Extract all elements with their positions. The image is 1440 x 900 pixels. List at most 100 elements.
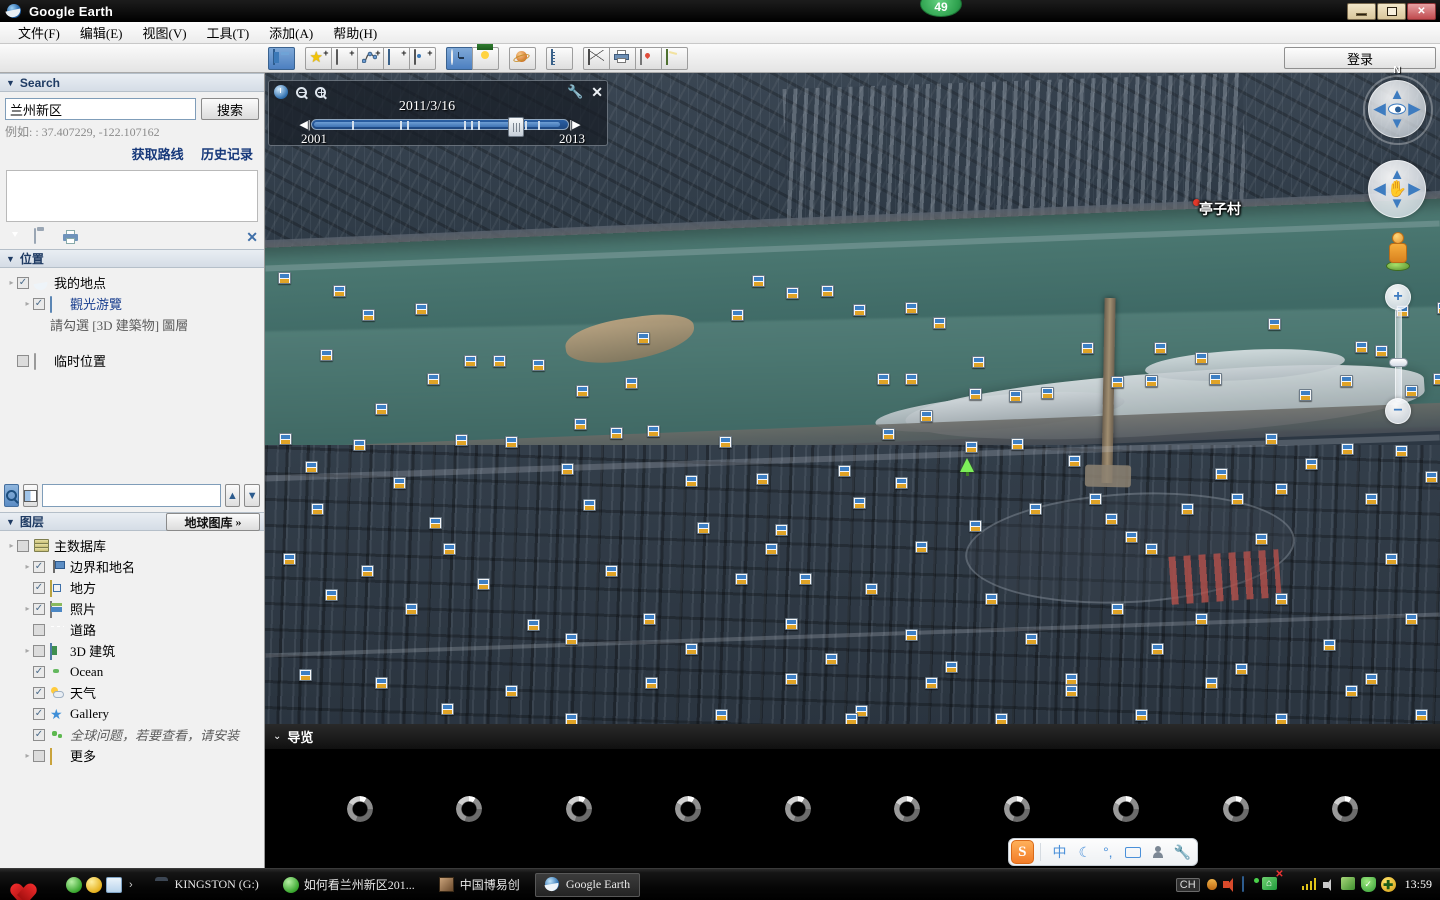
photo-marker-icon[interactable]	[1029, 503, 1042, 515]
checkbox[interactable]	[33, 602, 45, 615]
photo-marker-icon[interactable]	[1151, 643, 1164, 655]
photo-marker-icon[interactable]	[1105, 513, 1118, 525]
user-icon[interactable]	[1152, 846, 1163, 858]
layers-item-global-awareness[interactable]: 全球问题，若要查看，请安装	[0, 724, 264, 745]
look-down-arrow-icon[interactable]: ▼	[1390, 116, 1405, 131]
photo-marker-icon[interactable]	[1195, 613, 1208, 625]
photo-marker-icon[interactable]	[905, 302, 918, 314]
photo-marker-icon[interactable]	[1111, 376, 1124, 388]
browser-blue-icon[interactable]	[106, 876, 122, 893]
photo-marker-icon[interactable]	[1065, 673, 1078, 685]
menu-edit[interactable]: 编辑(E)	[70, 21, 133, 44]
photo-marker-icon[interactable]	[925, 677, 938, 689]
speaker-mute-icon[interactable]	[1222, 878, 1237, 892]
clipboard-icon[interactable]	[34, 228, 53, 245]
checkbox[interactable]	[33, 581, 45, 594]
photo-marker-icon[interactable]	[715, 709, 728, 721]
photo-marker-icon[interactable]	[895, 477, 908, 489]
photo-marker-icon[interactable]	[1385, 553, 1398, 565]
tour-thumbnail-loading[interactable]	[1181, 796, 1291, 822]
photo-marker-icon[interactable]	[825, 653, 838, 665]
network-monitor-icon[interactable]	[1241, 876, 1257, 892]
layers-item-places[interactable]: 地方	[0, 577, 264, 598]
photo-marker-icon[interactable]	[1235, 663, 1248, 675]
photo-marker-icon[interactable]	[1405, 613, 1418, 625]
photo-marker-icon[interactable]	[685, 475, 698, 487]
photo-marker-icon[interactable]	[441, 703, 454, 715]
browser-green-icon[interactable]	[66, 876, 82, 893]
zoom-in-icon[interactable]	[315, 86, 326, 98]
add-path-button[interactable]: +	[357, 46, 384, 70]
places-item-tour[interactable]: ▸ 觀光游覽	[0, 293, 264, 314]
layers-item-ocean[interactable]: Ocean	[0, 661, 264, 682]
switch-planet-button[interactable]	[509, 46, 536, 70]
close-button[interactable]: ✕	[1407, 2, 1436, 20]
scroll-down-button[interactable]: ▼	[244, 484, 260, 507]
photo-marker-icon[interactable]	[565, 633, 578, 645]
import-folder-icon[interactable]	[6, 229, 25, 245]
volume-icon[interactable]	[1322, 878, 1336, 891]
expand-toggle-icon[interactable]: ▸	[6, 541, 17, 550]
signal-bars-icon[interactable]	[1301, 877, 1317, 892]
photo-marker-icon[interactable]	[1081, 342, 1094, 354]
photo-marker-icon[interactable]	[637, 332, 650, 344]
add-placemark-button[interactable]: ★ +	[305, 46, 332, 70]
photo-marker-icon[interactable]	[362, 309, 375, 321]
moon-icon[interactable]: ☾	[1079, 844, 1092, 861]
layers-item-primary-database[interactable]: ▸ 主数据库	[0, 535, 264, 556]
photo-marker-icon[interactable]	[643, 613, 656, 625]
photo-marker-icon[interactable]	[1340, 375, 1353, 387]
plus-circle-icon[interactable]: ✚	[1380, 877, 1396, 892]
record-tour-button[interactable]: +	[409, 46, 436, 70]
photo-marker-icon[interactable]	[785, 673, 798, 685]
photo-marker-icon[interactable]	[1425, 471, 1438, 483]
photo-marker-icon[interactable]	[1011, 438, 1024, 450]
expand-toggle-icon[interactable]: ▸	[22, 646, 33, 655]
expand-toggle-icon[interactable]: ▸	[22, 562, 33, 571]
search-input[interactable]	[5, 98, 196, 120]
photo-marker-icon[interactable]	[799, 573, 812, 585]
taskbar-item-boyichuang[interactable]: 中国博易创	[430, 873, 529, 897]
photo-marker-icon[interactable]	[375, 677, 388, 689]
menu-file[interactable]: 文件(F)	[8, 21, 70, 44]
taskbar-item-kingston[interactable]: KINGSTON (G:)	[145, 873, 268, 897]
look-up-arrow-icon[interactable]: ▲	[1390, 87, 1405, 102]
search-panel-header[interactable]: ▼ Search	[0, 73, 264, 92]
layers-item-gallery[interactable]: ★ Gallery	[0, 703, 264, 724]
photo-marker-icon[interactable]	[1068, 455, 1081, 467]
photo-marker-icon[interactable]	[969, 520, 982, 532]
photo-marker-icon[interactable]	[915, 541, 928, 553]
photo-marker-icon[interactable]	[1111, 603, 1124, 615]
photo-marker-icon[interactable]	[765, 543, 778, 555]
photo-marker-icon[interactable]	[361, 565, 374, 577]
checkbox[interactable]	[33, 644, 45, 657]
photo-marker-icon[interactable]	[785, 618, 798, 630]
photo-marker-icon[interactable]	[1323, 639, 1336, 651]
photo-marker-icon[interactable]	[1125, 531, 1138, 543]
split-view-button[interactable]	[22, 484, 38, 507]
view-in-maps-button[interactable]	[661, 46, 688, 70]
photo-marker-icon[interactable]	[985, 593, 998, 605]
photo-marker-icon[interactable]	[1365, 493, 1378, 505]
photo-marker-icon[interactable]	[565, 713, 578, 724]
zoom-track[interactable]	[1395, 308, 1402, 402]
photo-marker-icon[interactable]	[299, 669, 312, 681]
historical-clock-icon[interactable]	[274, 85, 288, 99]
photo-marker-icon[interactable]	[505, 436, 518, 448]
photo-marker-icon[interactable]	[353, 439, 366, 451]
photo-marker-icon[interactable]	[477, 578, 490, 590]
time-slider-control[interactable]: ◀| |▶	[299, 116, 581, 137]
network-disconnected-icon[interactable]	[1282, 877, 1297, 892]
checkbox[interactable]	[17, 276, 29, 289]
photo-marker-icon[interactable]	[972, 356, 985, 368]
photo-marker-icon[interactable]	[945, 661, 958, 673]
photo-marker-icon[interactable]	[853, 304, 866, 316]
photo-marker-icon[interactable]	[735, 573, 748, 585]
photo-marker-icon[interactable]	[1275, 483, 1288, 495]
photo-marker-icon[interactable]	[1345, 685, 1358, 697]
checkbox[interactable]	[33, 749, 45, 762]
qq-penguin-icon[interactable]	[1205, 877, 1218, 892]
photo-marker-icon[interactable]	[1154, 342, 1167, 354]
photo-marker-icon[interactable]	[429, 517, 442, 529]
checkbox[interactable]	[33, 707, 45, 720]
